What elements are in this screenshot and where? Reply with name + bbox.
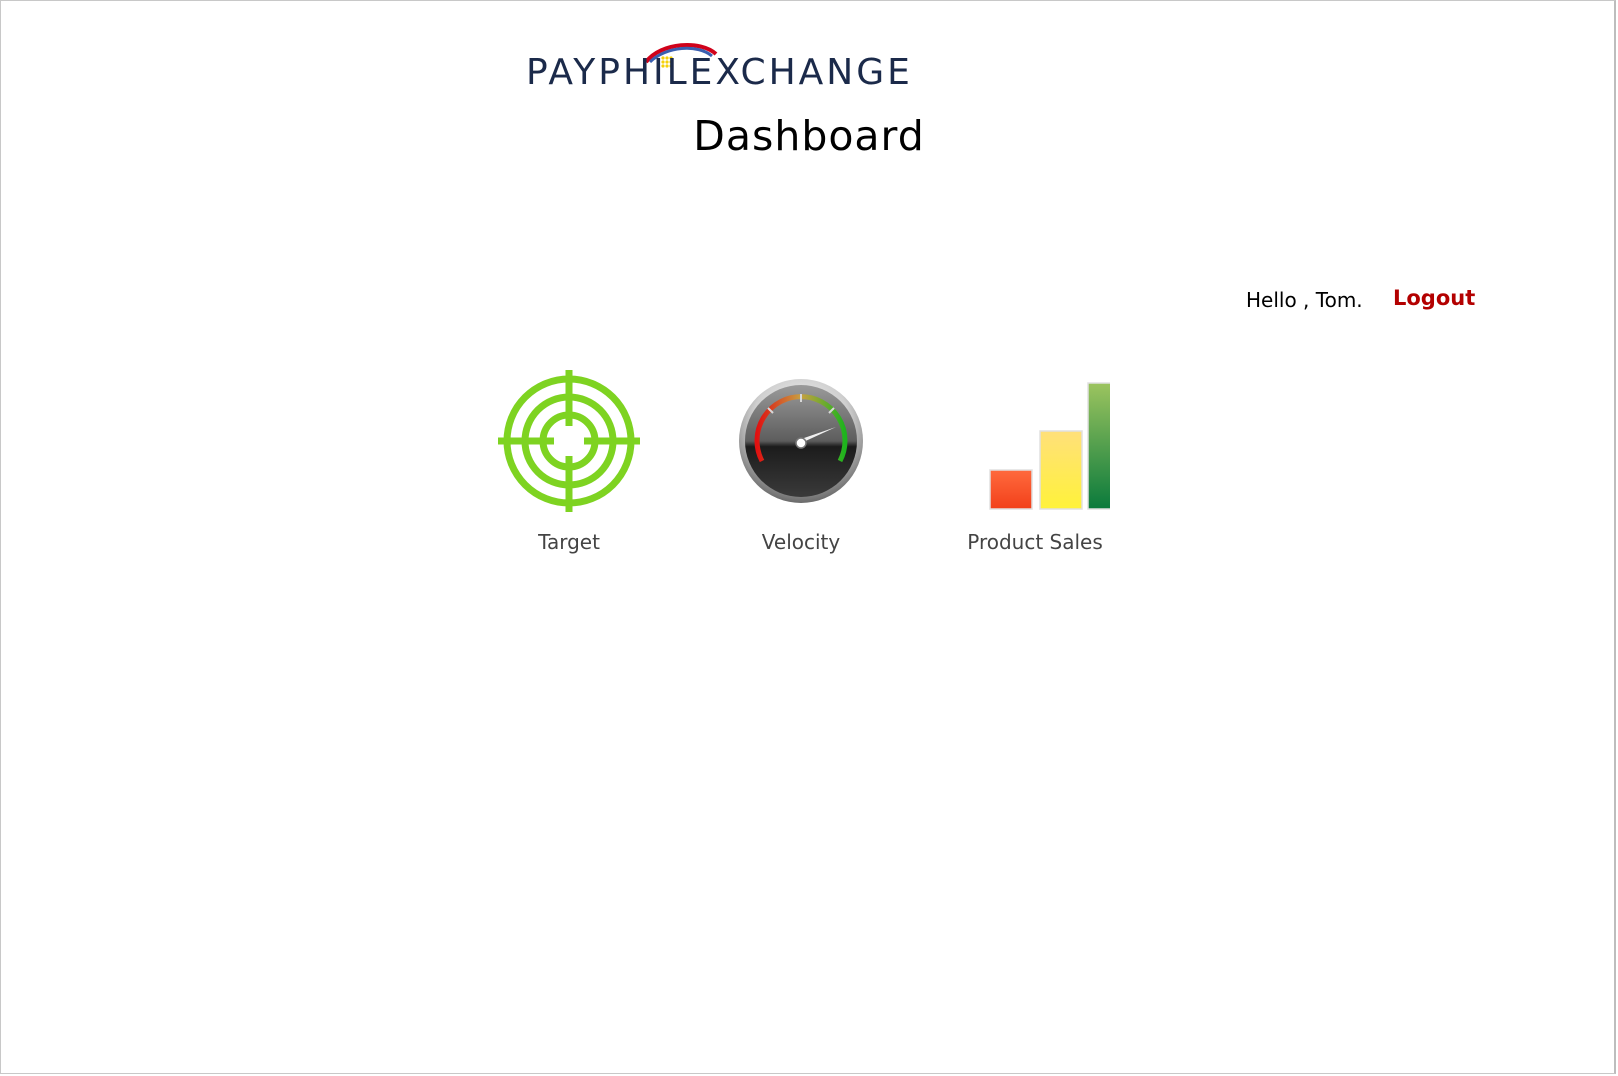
logout-link[interactable]: Logout [1393,286,1475,310]
tile-velocity-label: Velocity [761,530,841,554]
tile-target[interactable]: Target [469,366,669,566]
target-icon [469,366,669,516]
logo-wordmark: PAYPHILEXCHANGE [526,52,913,93]
page-title: Dashboard [693,112,925,160]
tile-product-sales-label: Product Sales [967,530,1103,554]
tile-velocity[interactable]: Velocity [701,366,901,566]
tile-target-label: Target [538,530,600,554]
user-greeting: Hello , Tom. [1246,288,1363,312]
speedometer-icon [701,366,901,516]
tile-product-sales[interactable]: Product Sales [935,366,1135,566]
payphilexchange-logo: PAYPHILEXCHANGE [526,40,1082,96]
bar-chart-icon [935,366,1135,516]
